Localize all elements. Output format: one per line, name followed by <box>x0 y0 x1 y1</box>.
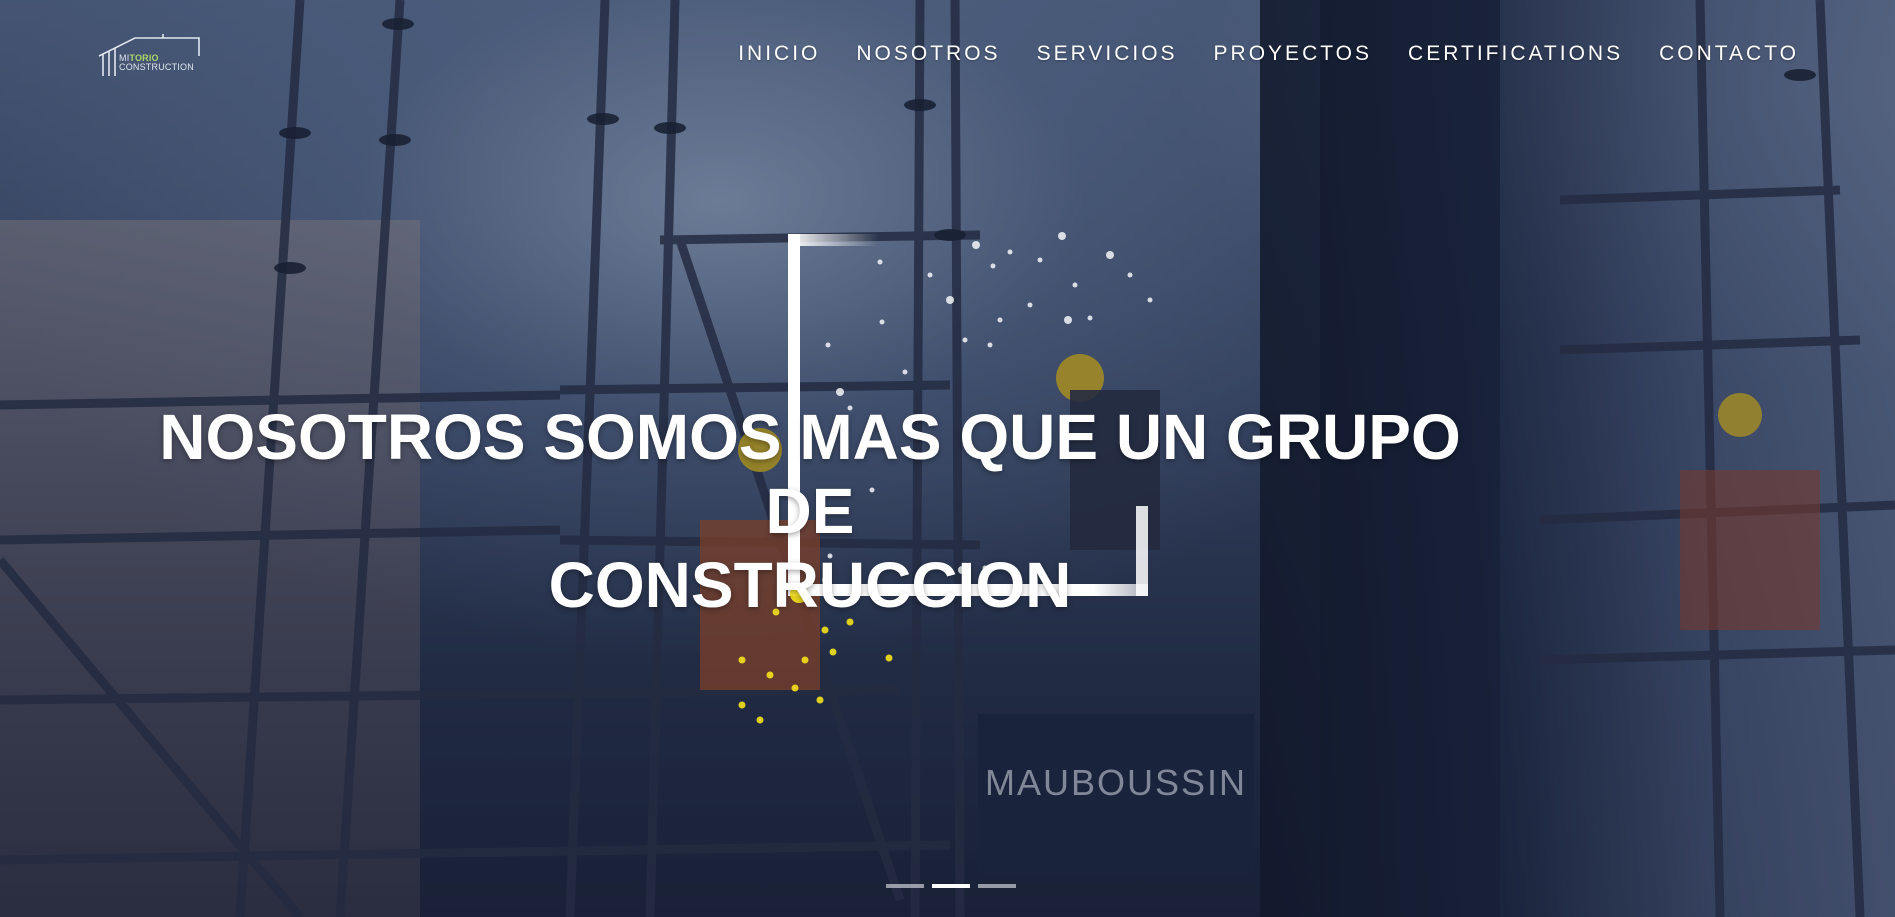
particle-dot-white <box>1106 251 1114 259</box>
particle-dot-white <box>1007 249 1013 255</box>
particle-dot-white <box>1147 297 1153 303</box>
particle-dot-white <box>990 263 996 269</box>
particle-dot-white <box>1127 272 1133 278</box>
particle-dot-white <box>962 337 968 343</box>
particle-dot-white <box>902 369 908 375</box>
particle-dot-white <box>1064 316 1072 324</box>
particle-dot-yellow <box>766 671 774 679</box>
particle-dot-white <box>879 319 885 325</box>
particle-dot-yellow <box>791 684 799 692</box>
particle-dot-white <box>1058 232 1066 240</box>
particle-dot-white <box>972 241 980 249</box>
particle-dot-white <box>987 342 993 348</box>
headline-line-2: CONSTRUCCION <box>548 549 1072 621</box>
particle-dot-yellow <box>816 696 824 704</box>
particle-dot-yellow <box>756 716 764 724</box>
particle-dot-white <box>825 342 831 348</box>
slider-dot-1[interactable] <box>886 884 924 888</box>
particle-dot-white <box>1037 257 1043 263</box>
particle-dot-yellow <box>829 648 837 656</box>
particle-dot-white <box>946 296 954 304</box>
particle-dot-yellow <box>821 626 829 634</box>
particle-dot-white <box>877 259 883 265</box>
particle-dot-white <box>1072 282 1078 288</box>
particle-dot-yellow <box>885 654 893 662</box>
particle-dot-yellow <box>801 656 809 664</box>
slider-dot-2[interactable] <box>932 884 970 888</box>
particle-dot-yellow <box>738 656 746 664</box>
slider-indicators <box>886 884 1016 888</box>
particle-dot-white <box>836 388 844 396</box>
particle-dot-white <box>1027 302 1033 308</box>
hero-headline: NOSOTROS SOMOS MAS QUE UN GRUPO DE CONST… <box>150 400 1470 622</box>
headline-line-1: NOSOTROS SOMOS MAS QUE UN GRUPO DE <box>159 401 1461 547</box>
particle-dot-white <box>997 317 1003 323</box>
particle-dot-yellow <box>738 701 746 709</box>
particle-dot-white <box>1087 315 1093 321</box>
particle-dot-white <box>927 272 933 278</box>
slider-dot-3[interactable] <box>978 884 1016 888</box>
